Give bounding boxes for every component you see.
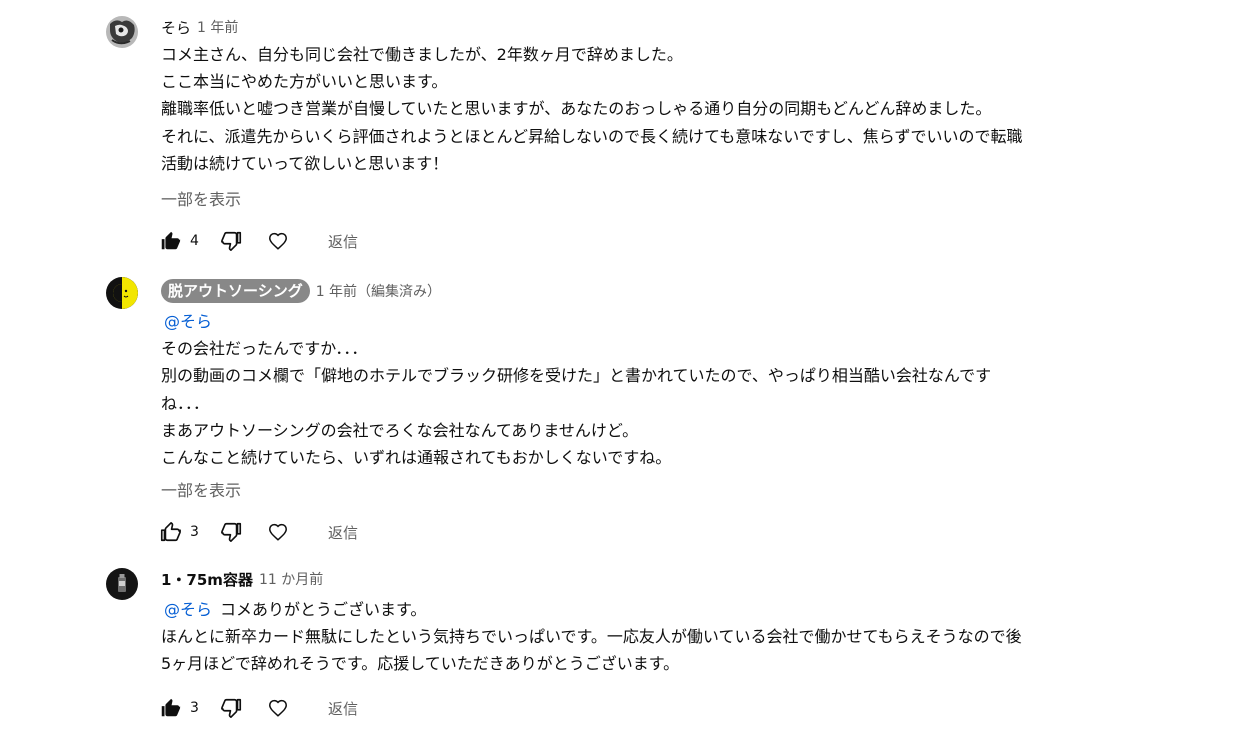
comment-actions: 3 返信 <box>158 694 358 722</box>
dislike-icon[interactable] <box>220 229 244 253</box>
comment-line: @そら コメありがとうございます。 <box>161 596 1191 623</box>
avatar[interactable] <box>106 16 138 48</box>
avatar[interactable] <box>106 568 138 600</box>
like-icon[interactable] <box>158 520 182 544</box>
comment-line: その会社だったんですか．．． <box>161 339 368 359</box>
comment-header: そら 1 年前 <box>161 16 238 38</box>
comment-time[interactable]: 1 年前 <box>197 17 238 37</box>
reply-button[interactable]: 返信 <box>328 522 358 543</box>
comment-header: 1・75m容器 11 か月前 <box>161 568 323 590</box>
like-count: 3 <box>190 524 199 540</box>
show-more-button[interactable]: 一部を表示 <box>161 186 241 210</box>
comment-text: @そら その会社だったんですか．．． 別の動画のコメ欄で「僻地のホテルでブラック… <box>161 308 1191 471</box>
dislike-icon[interactable] <box>220 520 244 544</box>
comment-text: @そら コメありがとうございます。 ほんとに新卒カード無駄にしたという気持ちでいっ… <box>161 596 1191 678</box>
comment-time[interactable]: 1 年前（編集済み） <box>316 281 441 301</box>
author-name[interactable]: 1・75m容器 <box>161 569 253 590</box>
comment-line: ほんとに新卒カード無駄にしたという気持ちでいっぱいです。一応友人が働いている会社… <box>161 627 1022 647</box>
author-name[interactable]: そら <box>161 17 191 38</box>
comment-header: 脱アウトソーシング 1 年前（編集済み） <box>161 279 441 303</box>
comment-line: 5ヶ月ほどで辞めれそうです。応援していただきありがとうございます。 <box>161 654 680 674</box>
comment-text: コメ主さん、自分も同じ会社で働きましたが、2年数ヶ月で辞めました。 ここ本当にや… <box>161 41 1191 177</box>
like-filled-icon[interactable] <box>158 229 182 253</box>
comment-line: こんなこと続けていたら、いずれは通報されてもおかしくないですね。 <box>161 448 672 468</box>
comment-line: 離職率低いと嘘つき営業が自慢していたと思いますが、あなたのおっしゃる通り自分の同… <box>161 99 992 119</box>
show-more-button[interactable]: 一部を表示 <box>161 477 241 501</box>
comment-actions: 4 返信 <box>158 227 358 255</box>
comment-line: 別の動画のコメ欄で「僻地のホテルでブラック研修を受けた」と書かれていたので、やっ… <box>161 366 992 386</box>
comment-first-line-text: コメありがとうございます。 <box>220 600 427 619</box>
like-filled-icon[interactable] <box>158 696 182 720</box>
comment-line: @そら <box>161 308 1191 335</box>
dislike-icon[interactable] <box>220 696 244 720</box>
comment-line: コメ主さん、自分も同じ会社で働きましたが、2年数ヶ月で辞めました。 <box>161 45 683 64</box>
heart-icon[interactable] <box>266 696 290 720</box>
comment-line: ね．．． <box>161 393 210 413</box>
comment-line: ここ本当にやめた方がいいと思います。 <box>161 72 448 92</box>
comment-time[interactable]: 11 か月前 <box>259 569 323 589</box>
heart-icon[interactable] <box>266 520 290 544</box>
mention-link[interactable]: @そら <box>164 600 212 619</box>
comment-line: それに、派遣先からいくら評価されようとほとんど昇給しないので長く続けても意味ない… <box>161 126 1023 146</box>
reply-button[interactable]: 返信 <box>328 698 358 719</box>
mention-link[interactable]: @そら <box>164 312 212 331</box>
comment-actions: 3 返信 <box>158 518 358 546</box>
comment-line: まあアウトソーシングの会社でろくな会社なんてありませんけど。 <box>161 420 639 440</box>
comment-line: 活動は続けていって欲しいと思います！ <box>161 153 449 173</box>
heart-icon[interactable] <box>266 229 290 253</box>
author-name-badge[interactable]: 脱アウトソーシング <box>161 279 310 303</box>
like-count: 3 <box>190 700 199 716</box>
like-count: 4 <box>190 233 199 249</box>
avatar[interactable] <box>106 277 138 309</box>
reply-button[interactable]: 返信 <box>328 231 358 252</box>
